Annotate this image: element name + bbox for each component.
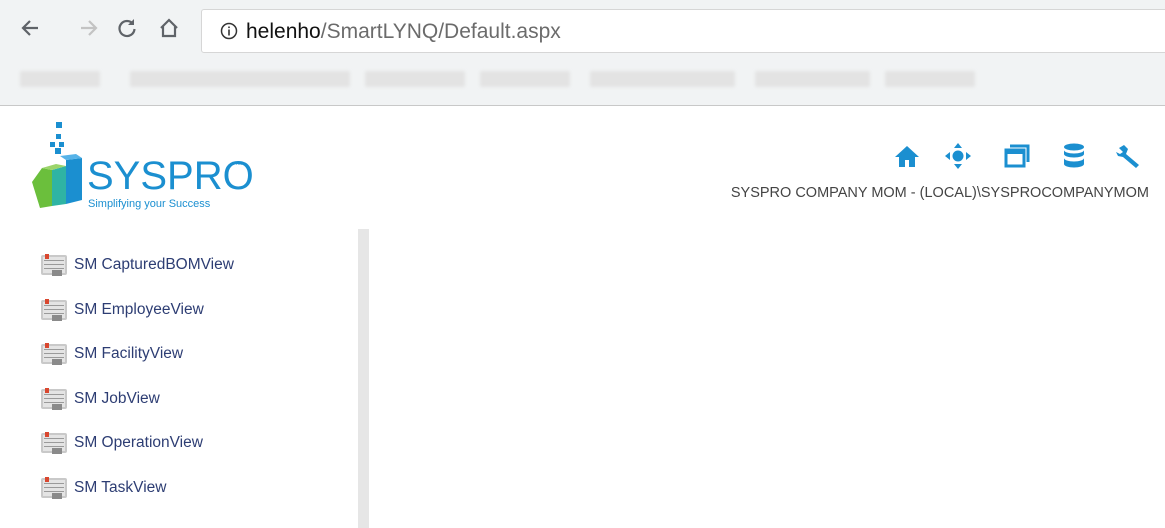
- move-icon: [945, 143, 971, 169]
- report-icon: [41, 476, 67, 499]
- bookmark-blurred[interactable]: [130, 71, 350, 87]
- logo-wordmark: SYSPRO: [87, 154, 254, 198]
- bookmark-blurred[interactable]: [20, 71, 100, 87]
- wrench-icon: [1116, 145, 1139, 168]
- url-text: helenho/SmartLYNQ/Default.aspx: [246, 20, 561, 44]
- bookmark-blurred[interactable]: [885, 71, 975, 87]
- sidebar-item[interactable]: SM EmployeeView: [40, 295, 204, 325]
- report-icon: [41, 254, 67, 276]
- sidebar-divider[interactable]: [358, 229, 369, 528]
- company-label: SYSPRO COMPANY MOM - (LOCAL)\SYSPROCOMPA…: [730, 185, 1149, 201]
- sidebar-item[interactable]: SM JobView: [40, 384, 160, 414]
- sidebar-item-label: SM TaskView: [74, 478, 167, 496]
- sidebar-item-label: SM CapturedBOMView: [74, 256, 234, 273]
- report-icon: [41, 343, 67, 365]
- sidebar-item-label: SM JobView: [74, 389, 160, 407]
- bookmark-blurred[interactable]: [590, 71, 735, 87]
- back-button[interactable]: [16, 14, 44, 42]
- home-button[interactable]: [155, 14, 183, 42]
- sidebar-item-label: SM EmployeeView: [74, 300, 204, 318]
- home-icon: [895, 146, 919, 167]
- info-icon: [220, 22, 238, 40]
- reload-button[interactable]: [113, 14, 141, 42]
- wrench-toolbar-button[interactable]: [1115, 142, 1143, 170]
- forward-button[interactable]: [75, 14, 103, 42]
- reload-icon: [118, 19, 136, 38]
- bookmark-blurred[interactable]: [480, 71, 570, 87]
- url-host: helenho: [246, 20, 321, 43]
- logo-trademark: ™: [235, 162, 242, 169]
- header-toolbar: [893, 142, 1153, 172]
- report-icon: [41, 387, 67, 410]
- bookmark-blurred[interactable]: [365, 71, 465, 87]
- report-icon: [41, 298, 67, 321]
- sidebar-item-label: SM FacilityView: [74, 345, 184, 362]
- logo-tagline: Simplifying your Success: [88, 198, 211, 210]
- home-outline-icon: [160, 18, 178, 38]
- bookmark-blurred[interactable]: [755, 71, 870, 87]
- home-toolbar-button[interactable]: [893, 142, 921, 170]
- sidebar-item[interactable]: SM TaskView: [40, 473, 166, 503]
- windows-toolbar-button[interactable]: [1003, 142, 1031, 170]
- sidebar-item[interactable]: SM OperationView: [40, 428, 203, 458]
- forward-arrow-icon: [81, 20, 98, 36]
- sidebar-item-label: SM OperationView: [74, 434, 203, 451]
- url-path: /SmartLYNQ/Default.aspx: [320, 20, 561, 43]
- browser-chrome: helenho/SmartLYNQ/Default.aspx: [0, 0, 1165, 106]
- bookmarks-bar: [20, 68, 980, 90]
- syspro-logo[interactable]: SYSPRO ™ Simplifying your Success: [30, 120, 254, 212]
- sidebar-item[interactable]: SM CapturedBOMView: [40, 250, 234, 280]
- report-icon: [41, 432, 67, 454]
- address-bar[interactable]: helenho/SmartLYNQ/Default.aspx: [201, 9, 1165, 53]
- windows-icon: [1004, 144, 1030, 168]
- database-toolbar-button[interactable]: [1060, 142, 1088, 170]
- database-icon: [1064, 143, 1084, 168]
- back-arrow-icon: [21, 20, 38, 36]
- move-toolbar-button[interactable]: [944, 142, 972, 170]
- logo-mark-icon: [32, 122, 82, 208]
- sidebar-item[interactable]: SM FacilityView: [40, 339, 183, 369]
